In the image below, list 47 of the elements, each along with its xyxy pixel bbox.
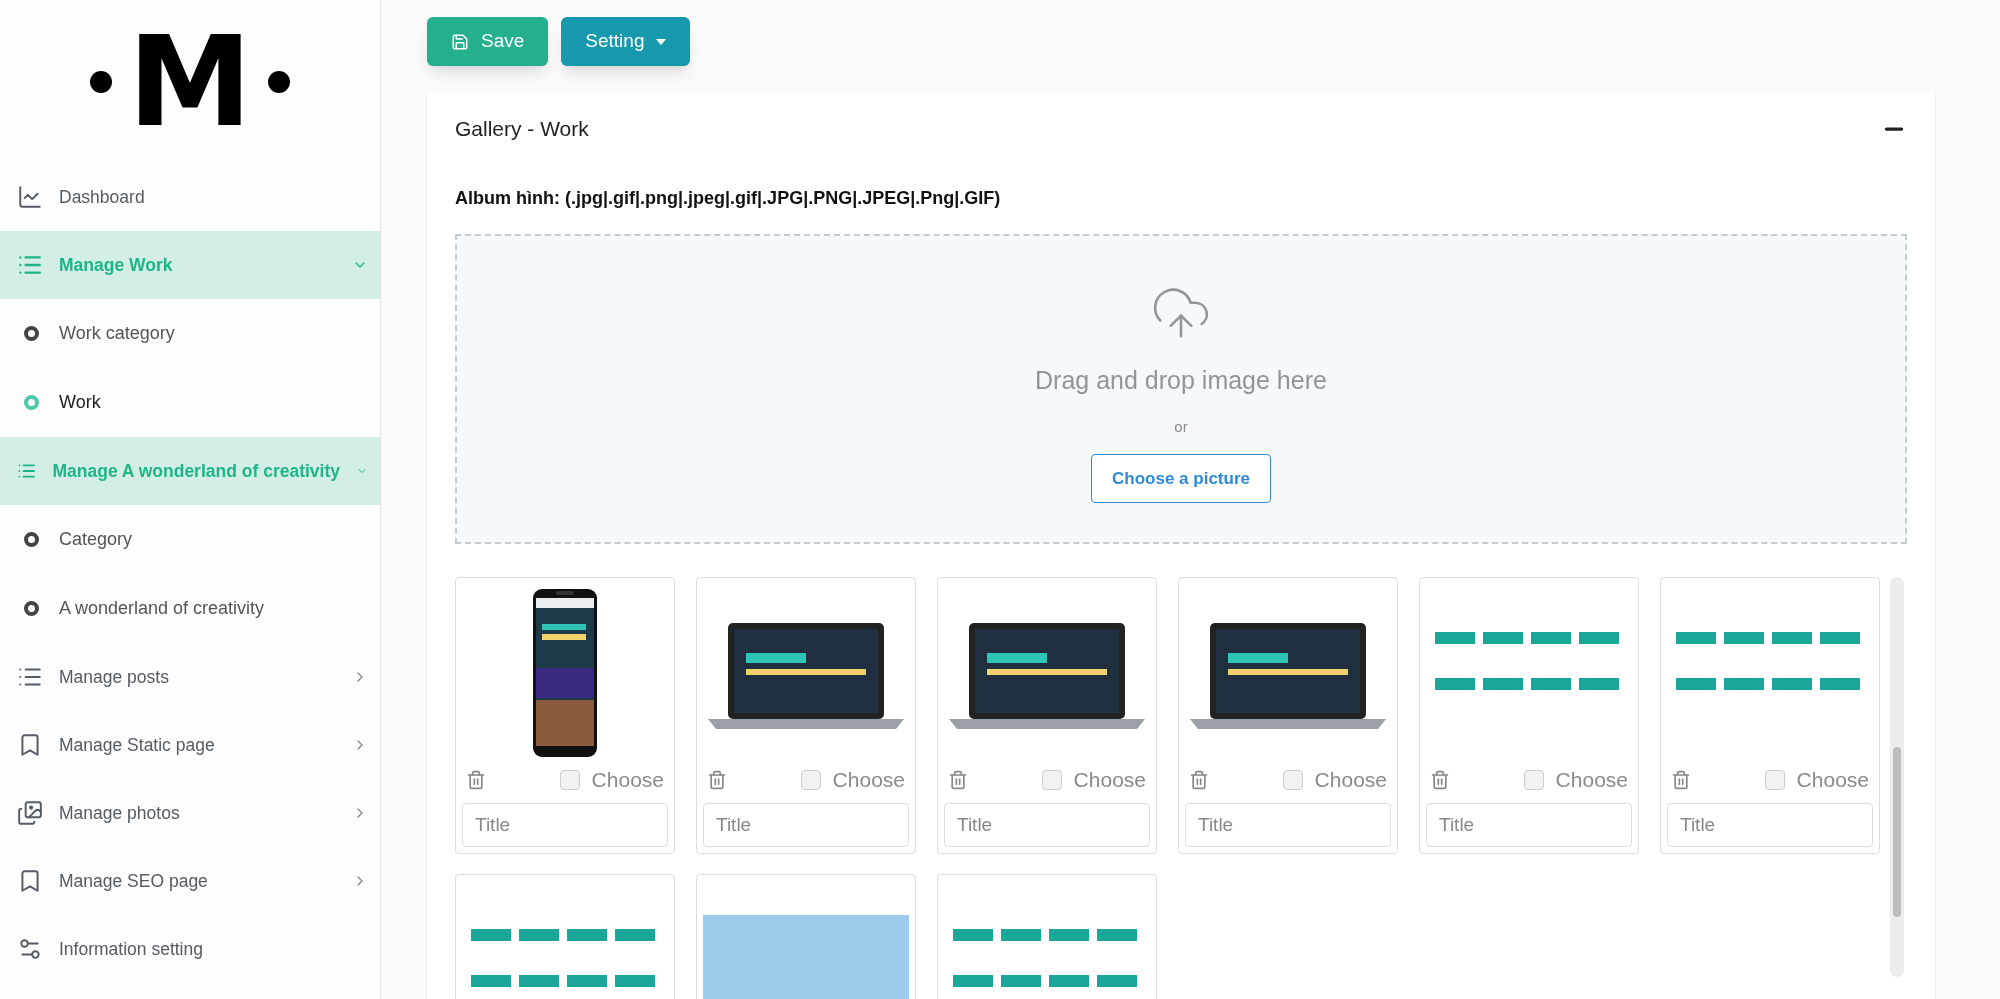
choose-label: Choose [1073, 766, 1146, 793]
sidebar-item[interactable]: Manage SEO page [0, 847, 380, 915]
choose-picture-button[interactable]: Choose a picture [1091, 454, 1271, 503]
sidebar-item[interactable]: Manage Static page [0, 711, 380, 779]
chart-icon [17, 184, 43, 210]
choose-label: Choose [1555, 766, 1628, 793]
sidebar-item[interactable]: Manage posts [0, 643, 380, 711]
checkbox[interactable] [1523, 769, 1544, 790]
title-input[interactable]: Title [462, 802, 668, 847]
choose-label: Choose [832, 766, 905, 793]
dropzone[interactable]: Drag and drop image here or Choose a picture [455, 233, 1907, 544]
checkbox[interactable] [559, 769, 580, 790]
logo[interactable]: M [127, 19, 253, 144]
choose-label: Choose [591, 766, 664, 793]
sliders-icon [17, 936, 43, 962]
sidebar-item[interactable]: Dashboard [0, 163, 380, 231]
title-input[interactable]: Title [1185, 802, 1391, 847]
title-input[interactable]: Title [1667, 802, 1873, 847]
sidebar-item[interactable]: Manage photos [0, 779, 380, 847]
trash-icon[interactable] [466, 769, 486, 790]
trash-icon[interactable] [948, 769, 968, 790]
images-icon [17, 800, 43, 826]
formats-text: Album hình: (.jpg|.gif|.png|.jpeg|.gif|.JPG|.PNG|.JPEG|.Png|.GIF) [455, 186, 1002, 210]
card-title: Gallery - Work [455, 116, 589, 142]
title-input[interactable]: Title [1426, 802, 1632, 847]
save-icon [451, 32, 469, 51]
title-input[interactable]: Title [703, 802, 909, 847]
title-input[interactable]: Title [944, 802, 1150, 847]
sidebar-subitem[interactable]: Work category [0, 299, 380, 368]
choose-label: Choose [1314, 766, 1387, 793]
checkbox[interactable] [1764, 769, 1785, 790]
checkbox[interactable] [1282, 769, 1303, 790]
checkbox[interactable] [800, 769, 821, 790]
sidebar-subitem[interactable]: A wonderland of creativity [0, 574, 380, 643]
checkbox[interactable] [1041, 769, 1062, 790]
trash-icon[interactable] [1430, 769, 1450, 790]
trash-icon[interactable] [1189, 769, 1209, 790]
trash-icon[interactable] [707, 769, 727, 790]
sidebar-item[interactable]: Information setting [0, 915, 380, 983]
sidebar-subitem[interactable]: Category [0, 505, 380, 574]
choose-label: Choose [1796, 766, 1869, 793]
dropzone-text: Drag and drop image here [1035, 365, 1327, 396]
sidebar-subitem[interactable]: Work [0, 368, 380, 437]
trash-icon[interactable] [1671, 769, 1691, 790]
or-text: or [1174, 416, 1188, 437]
scrollbar[interactable] [1890, 576, 1904, 977]
caret-icon [656, 38, 667, 45]
